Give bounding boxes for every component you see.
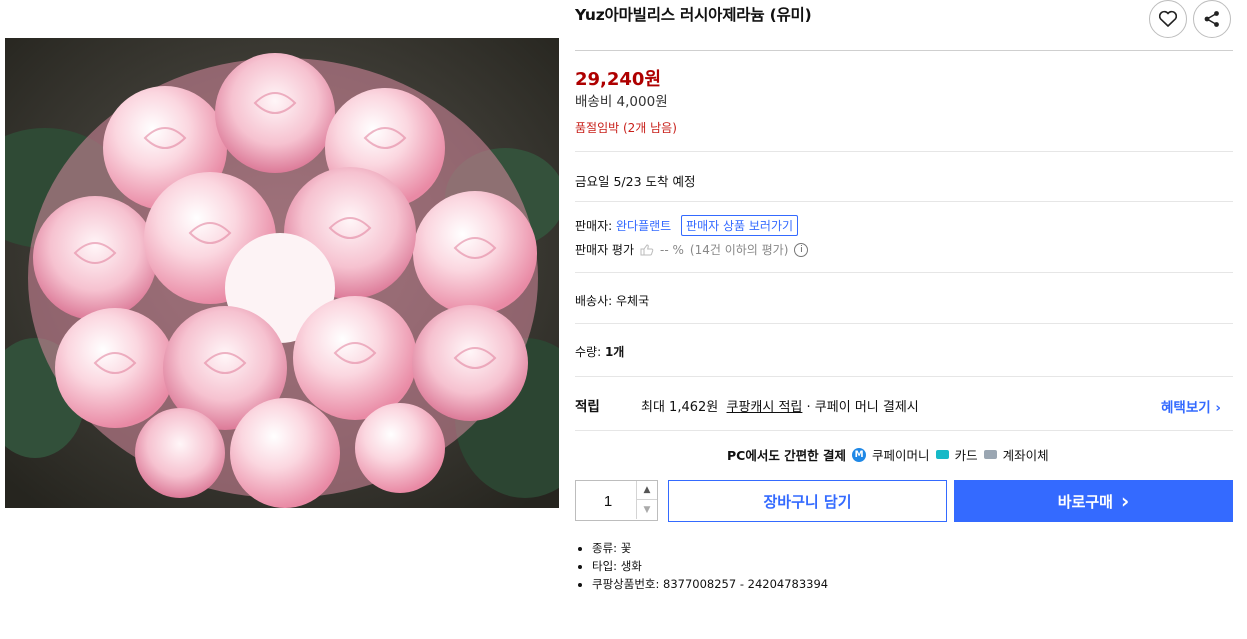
heart-icon [1158,10,1178,27]
quantity-input[interactable] [576,481,640,522]
seller-label: 판매자: [575,219,613,233]
divider [575,376,1233,377]
benefit-link[interactable]: 혜택보기 › [1161,396,1221,416]
buy-now-button[interactable]: 바로구매 › [954,480,1233,522]
add-to-cart-button[interactable]: 장바구니 담기 [668,480,947,522]
chevron-up-icon: ▲ [643,485,651,495]
card-icon [935,450,949,459]
buy-now-label: 바로구매 [1057,492,1113,511]
reward-condition: · 쿠페이 머니 결제시 [806,400,919,415]
product-title: Yuz아마빌리스 러시아제라늄 (유미) [575,6,812,24]
seller-rating-value: -- % [660,242,684,257]
quantity-increase-button[interactable]: ▲ [636,481,657,500]
info-icon[interactable]: i [794,242,809,257]
bank-transfer-icon [983,450,997,459]
seller-row: 판매자: 완다플랜트 판매자 상품 보러가기 [575,215,799,236]
seller-rating-label: 판매자 평가 [575,243,635,257]
benefit-link-label: 혜택보기 [1161,400,1211,416]
payment-methods: PC에서도 간편한 결제 M 쿠페이머니 카드 계좌이체 [727,445,1049,464]
reward-text: 최대 1,462원 쿠팡캐시 적립 · 쿠페이 머니 결제시 [641,396,919,415]
wishlist-button[interactable] [1149,0,1187,38]
reward-label: 적립 [575,399,600,415]
quantity-info-row: 수량: 1개 [575,343,624,360]
quantity-label: 수량: [575,345,602,359]
divider [575,50,1233,51]
stock-warning: 품절임박 (2개 남음) [575,121,677,135]
chevron-right-icon: › [1120,489,1130,513]
seller-rating-row: 판매자 평가 -- % (14건 이하의 평가) i [575,241,809,258]
shipping-fee: 배송비 4,000원 [575,94,668,110]
thumbs-up-icon [640,243,654,255]
reward-amount: 최대 1,462원 [641,400,719,415]
courier-label: 배송사: [575,294,613,308]
divider [575,201,1233,202]
product-attributes: 종류: 꽃 타입: 생화 쿠팡상품번호: 8377008257 - 242047… [577,539,828,593]
coupay-money-label: 쿠페이머니 [872,448,930,463]
divider [575,323,1233,324]
bank-transfer-label: 계좌이체 [1002,448,1049,463]
attribute-item: 종류: 꽃 [592,539,828,557]
chevron-right-icon: › [1215,400,1221,416]
product-image[interactable] [5,38,559,508]
attribute-item: 쿠팡상품번호: 8377008257 - 24204783394 [592,575,828,593]
quantity-value: 1개 [604,345,625,359]
divider [575,151,1233,152]
flower-photo [5,38,559,508]
attribute-item: 타입: 생화 [592,557,828,575]
sale-price: 29,240원 [575,69,662,90]
quantity-stepper: ▲ ▼ [575,480,658,522]
quantity-decrease-button[interactable]: ▼ [636,500,657,519]
seller-rating-note: (14건 이하의 평가) [689,243,789,257]
arrival-date: 금요일 5/23 도착 예정 [575,174,696,189]
divider [575,430,1233,431]
card-label: 카드 [954,448,978,463]
chevron-down-icon: ▼ [643,504,651,515]
share-button[interactable] [1193,0,1231,38]
seller-name-link[interactable]: 완다플랜트 [616,219,671,233]
coupang-cash-link[interactable]: 쿠팡캐시 적립 [727,400,803,415]
courier-name: 우체국 [616,294,650,308]
courier-row: 배송사: 우체국 [575,292,649,309]
share-icon [1204,11,1219,27]
seller-store-button[interactable]: 판매자 상품 보러가기 [681,215,799,236]
divider [575,272,1233,273]
coupay-money-icon: M [852,447,867,462]
payment-title: PC에서도 간편한 결제 [727,448,847,463]
